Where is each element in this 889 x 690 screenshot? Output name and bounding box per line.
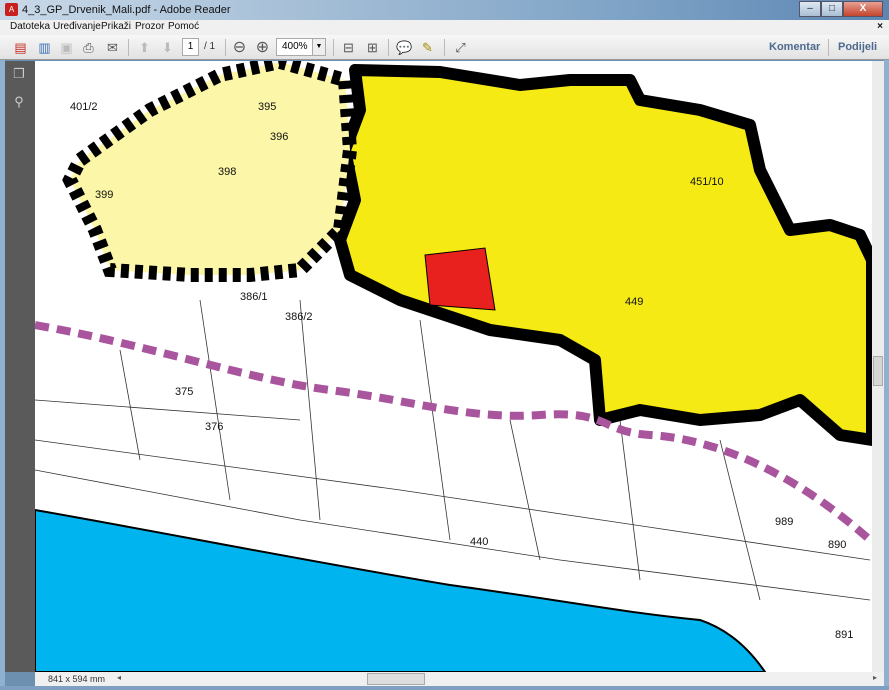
parcel-label: 398 [218, 166, 236, 178]
attachments-icon[interactable]: ⚲ [12, 95, 26, 109]
save-icon[interactable]: ▣ [58, 39, 75, 56]
parcel-label: 989 [775, 516, 793, 528]
highlight-icon[interactable]: ✎ [419, 39, 436, 56]
parcel-label: 399 [95, 189, 113, 201]
menu-datoteka[interactable]: Datoteka [10, 21, 50, 32]
close-button[interactable]: X [843, 1, 883, 17]
maximize-button[interactable]: □ [821, 1, 843, 17]
horizontal-scroll-thumb[interactable] [367, 673, 425, 685]
highlighted-parcel [424, 247, 496, 311]
page-total: / 1 [204, 41, 216, 52]
parcel-label: 396 [270, 131, 288, 143]
pages-icon[interactable]: ❐ [12, 67, 26, 81]
email-icon[interactable]: ✉ [104, 39, 121, 56]
parcel-label: 890 [828, 539, 846, 551]
planning-zone-yellow [334, 64, 872, 446]
scroll-left-icon[interactable]: ◂ [117, 673, 121, 682]
share-panel-button[interactable]: Podijeli [838, 41, 877, 53]
fullscreen-icon[interactable]: ⤢ [452, 39, 469, 56]
toolbar: ▤ ▥ ▣ ⎙ ✉ ⬆ ⬇ 1 / 1 ⊖ ⊕ 400% ▼ ⊟ ⊞ 💬 ✎ ⤢ … [0, 35, 889, 60]
menu-prozor[interactable]: Prozor [135, 21, 164, 32]
window-frame-bottom [0, 686, 889, 690]
fit-page-icon[interactable]: ⊟ [340, 39, 357, 56]
parcel-label: 386/1 [240, 291, 268, 303]
status-bar: 841 x 594 mm ◂ ▸ [35, 672, 884, 686]
parcel-label: 386/2 [285, 311, 313, 323]
menu-uredivanje[interactable]: Uređivanje [53, 21, 101, 32]
parcel-label: 449 [625, 296, 643, 308]
parcel-label: 375 [175, 386, 193, 398]
menu-bar: Datoteka Uređivanje Prikaži Prozor Pomoć… [0, 20, 889, 35]
previous-page-icon[interactable]: ⬆ [136, 39, 153, 56]
title-bar: A 4_3_GP_Drvenik_Mali.pdf - Adobe Reader… [0, 0, 889, 20]
zoom-level-select[interactable]: 400% ▼ [276, 38, 326, 56]
zoom-out-icon[interactable]: ⊖ [231, 39, 248, 56]
window-title: 4_3_GP_Drvenik_Mali.pdf - Adobe Reader [22, 4, 231, 16]
next-page-icon[interactable]: ⬇ [159, 39, 176, 56]
document-view[interactable]: 401/2 395 398 396 399 386/1 386/2 375 37… [35, 61, 872, 672]
menu-pomoc[interactable]: Pomoć [168, 21, 199, 32]
scroll-right-icon[interactable]: ▸ [873, 673, 877, 682]
parcel-label: 451/10 [690, 176, 724, 188]
create-pdf-icon[interactable]: ▤ [12, 39, 29, 56]
comment-icon[interactable]: 💬 [396, 39, 413, 56]
print-icon[interactable]: ⎙ [80, 39, 97, 56]
minimize-button[interactable]: – [799, 1, 821, 17]
vertical-scroll-thumb[interactable] [873, 356, 883, 386]
parcel-label: 440 [470, 536, 488, 548]
parcel-label: 376 [205, 421, 223, 433]
close-document-button[interactable]: × [877, 21, 883, 32]
zoom-level-value: 400% [282, 41, 308, 52]
parcel-label: 395 [258, 101, 276, 113]
fit-width-icon[interactable]: ⊞ [364, 39, 381, 56]
navigation-panel: ❐ ⚲ [5, 61, 35, 672]
page-number-input[interactable]: 1 [182, 38, 199, 56]
map-canvas: 401/2 395 398 396 399 386/1 386/2 375 37… [35, 61, 872, 672]
comment-panel-button[interactable]: Komentar [769, 41, 820, 53]
window-frame-right [884, 20, 889, 690]
zoom-in-icon[interactable]: ⊕ [254, 39, 271, 56]
sea-area [35, 508, 767, 672]
page-size-readout: 841 x 594 mm [48, 674, 106, 684]
chevron-down-icon[interactable]: ▼ [312, 39, 325, 55]
open-file-icon[interactable]: ▥ [36, 39, 53, 56]
menu-prikazi[interactable]: Prikaži [101, 21, 131, 32]
parcel-label: 891 [835, 629, 853, 641]
vertical-scrollbar[interactable] [872, 61, 884, 672]
parcel-label: 401/2 [70, 101, 98, 113]
adobe-reader-icon: A [5, 3, 18, 16]
planning-zone-hatched [62, 61, 358, 282]
